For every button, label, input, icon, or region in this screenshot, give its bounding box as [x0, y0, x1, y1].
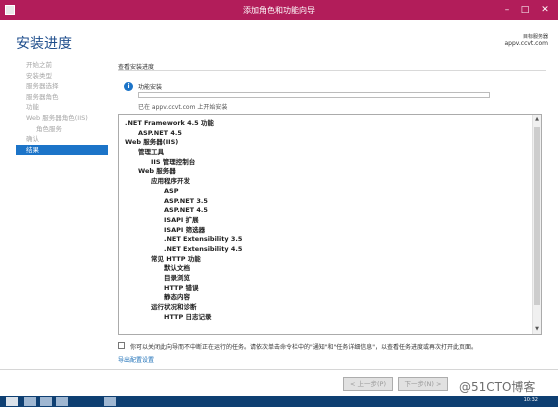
feature-list-item: .NET Extensibility 4.5	[164, 244, 243, 253]
page-title: 安装进度	[16, 36, 72, 52]
progress-note: 已在 appv.ccvt.com 上开始安装	[138, 104, 228, 111]
feature-list-item: Web 服务器(IIS)	[125, 138, 179, 147]
start-button[interactable]	[6, 397, 18, 406]
sidebar-step-item[interactable]: 结果	[16, 144, 108, 156]
feature-list-item: IIS 管理控制台	[151, 157, 196, 166]
footer-divider	[0, 369, 558, 370]
progress-block: i 功能安装 已在 appv.ccvt.com 上开始安装	[124, 78, 544, 114]
taskbar-item[interactable]	[56, 397, 68, 406]
feature-list-item: Web 服务器	[138, 167, 176, 176]
feature-list-item: 应用程序开发	[151, 177, 190, 186]
taskbar-clock: 10:32	[523, 397, 538, 403]
feature-list-item: 默认文档	[164, 264, 190, 273]
maximize-icon[interactable]: □	[516, 3, 534, 17]
sidebar-step-item[interactable]: 确认	[16, 134, 108, 145]
feature-list-item: HTTP 错误	[164, 283, 199, 292]
close-icon[interactable]: ✕	[536, 3, 554, 17]
taskbar-item[interactable]	[104, 397, 116, 406]
wizard-header: 安装进度 目标服务器 appv.ccvt.com	[0, 20, 558, 58]
taskbar: 10:32	[0, 396, 558, 407]
feature-list-item: 常见 HTTP 功能	[151, 254, 201, 263]
sidebar-step-item[interactable]: 开始之前	[16, 60, 108, 71]
next-button[interactable]: 下一步(N) >	[398, 377, 448, 391]
feature-list-item: 运行状况和诊断	[151, 303, 197, 312]
sidebar-step-item[interactable]: 服务器选择	[16, 81, 108, 92]
feature-list-item: ASP.NET 4.5	[164, 206, 208, 215]
main-panel: 查看安装进度 i 功能安装 已在 appv.ccvt.com 上开始安装 .NE…	[110, 58, 550, 368]
wizard-steps-sidebar: 开始之前 安装类型 服务器选择 服务器角色 功能 Web 服务器角色(IIS) 角色服务 确认…	[16, 60, 108, 156]
feature-list-item: ISAPI 筛选器	[164, 225, 206, 234]
target-server-label: 目标服务器	[522, 34, 548, 40]
feature-list-item: 静态内容	[164, 293, 190, 302]
window-title: 添加角色和功能向导	[243, 6, 315, 15]
window-titlebar: 添加角色和功能向导 – □ ✕	[0, 0, 558, 20]
feature-list-item: .NET Framework 4.5 功能	[125, 119, 214, 127]
export-config-link[interactable]: 导出配置设置	[118, 355, 154, 364]
feature-list-item: 目录浏览	[164, 274, 190, 282]
feature-list-item: ASP.NET 4.5	[138, 128, 182, 137]
notice-text: 你可以关闭此向导而不中断正在运行的任务。请依次单击命令栏中的"通知"和"任务详细…	[130, 344, 478, 351]
feature-list-item: 管理工具	[138, 148, 164, 157]
previous-button[interactable]: < 上一步(P)	[343, 377, 393, 391]
watermark: @51CTO博客	[459, 380, 536, 394]
sidebar-step-item[interactable]: 角色服务	[16, 124, 108, 135]
scroll-up-arrow-icon[interactable]: ▲	[533, 115, 541, 124]
feature-list-item: ASP	[164, 186, 179, 195]
features-list: .NET Framework 4.5 功能 ASP.NET 4.5 Web 服务器(…	[125, 119, 525, 322]
minimize-icon[interactable]: –	[498, 3, 516, 17]
progress-bar	[138, 92, 490, 98]
taskbar-item[interactable]	[40, 397, 52, 406]
info-icon: i	[124, 82, 133, 91]
divider	[118, 70, 546, 71]
target-server-name: appv.ccvt.com	[504, 40, 548, 47]
notice: 你可以关闭此向导而不中断正在运行的任务。请依次单击命令栏中的"通知"和"任务详细…	[118, 341, 542, 353]
features-list-box: .NET Framework 4.5 功能 ASP.NET 4.5 Web 服务器(…	[118, 114, 542, 335]
feature-list-item: HTTP 日志记录	[164, 312, 212, 321]
notice-flag-icon	[118, 342, 125, 349]
sidebar-step-item[interactable]: 安装类型	[16, 71, 108, 82]
sidebar-step-item[interactable]: 服务器角色	[16, 92, 108, 103]
sidebar-step-item[interactable]: Web 服务器角色(IIS)	[16, 113, 108, 124]
progress-status: 功能安装	[138, 84, 163, 91]
scroll-down-arrow-icon[interactable]: ▼	[533, 325, 541, 334]
feature-list-item: .NET Extensibility 3.5	[164, 235, 243, 244]
taskbar-item[interactable]	[24, 397, 36, 406]
sidebar-step-item[interactable]: 功能	[16, 102, 108, 113]
feature-list-item: ISAPI 扩展	[164, 215, 199, 224]
vertical-scrollbar[interactable]: ▲ ▼	[532, 115, 541, 334]
feature-list-item: ASP.NET 3.5	[164, 196, 208, 205]
scroll-thumb[interactable]	[534, 127, 540, 305]
